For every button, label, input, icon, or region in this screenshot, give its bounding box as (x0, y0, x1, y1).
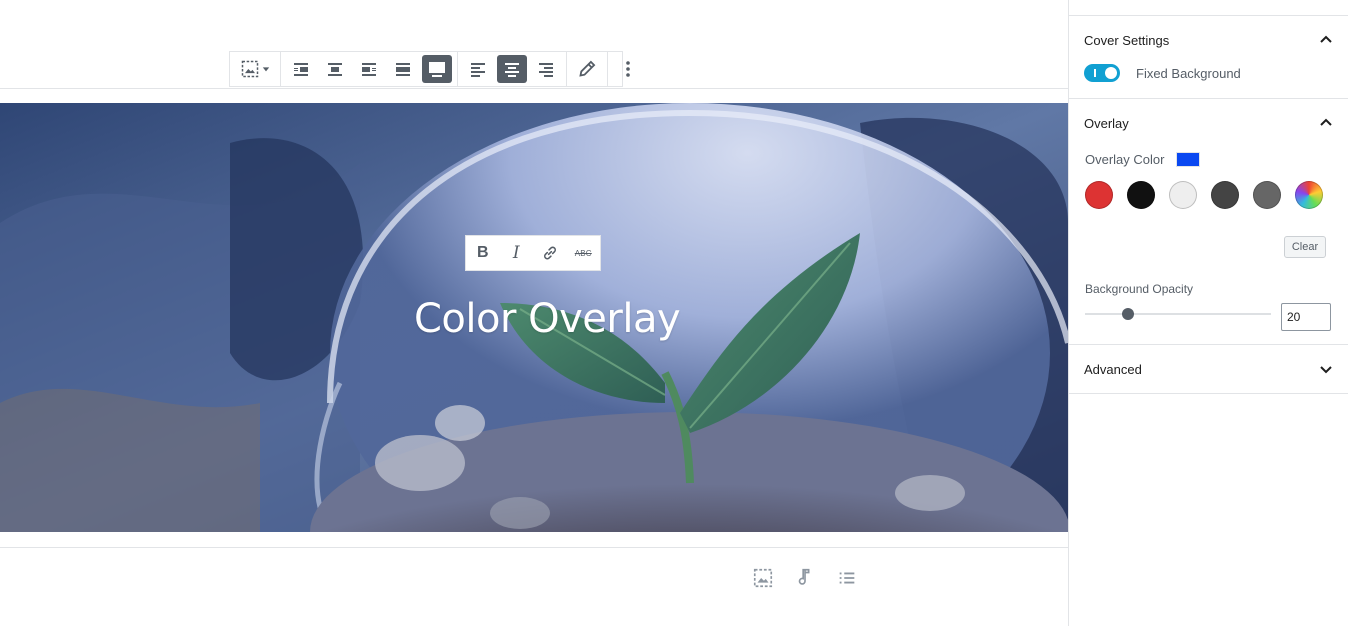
block-border-top (0, 88, 1068, 89)
swatch-dark-gray[interactable] (1211, 181, 1239, 209)
list-icon (839, 572, 855, 584)
align-left-button[interactable] (286, 55, 316, 83)
swatch-red[interactable] (1085, 181, 1113, 209)
clear-color-button[interactable]: Clear (1284, 236, 1326, 258)
block-align-group (281, 52, 458, 86)
overlay-color-row: Overlay Color (1069, 147, 1348, 171)
fixed-background-toggle[interactable] (1084, 64, 1120, 82)
chevron-up-icon (1319, 116, 1333, 130)
toggle-on-mark (1094, 69, 1096, 77)
edit-image-button[interactable] (572, 55, 602, 83)
strikethrough-button[interactable]: ABC (569, 239, 597, 267)
block-border-bottom (0, 547, 1068, 548)
toggle-knob (1105, 67, 1117, 79)
caret-down-icon (262, 67, 270, 72)
advanced-panel: Advanced (1069, 345, 1348, 394)
text-align-group (458, 52, 567, 86)
editor-canvas: B I ABC Color Overlay (0, 0, 1068, 626)
fixed-background-label: Fixed Background (1136, 65, 1241, 81)
pencil-icon (579, 60, 596, 77)
swatch-black[interactable] (1127, 181, 1155, 209)
format-toolbar: B I ABC (465, 235, 601, 271)
more-vertical-icon (626, 61, 630, 77)
swatch-gray[interactable] (1253, 181, 1281, 209)
full-width-button[interactable] (422, 55, 452, 83)
cover-settings-toggle[interactable]: Cover Settings (1069, 16, 1348, 64)
text-align-center-button[interactable] (497, 55, 527, 83)
insert-audio-button[interactable] (792, 565, 818, 591)
wide-width-button[interactable] (388, 55, 418, 83)
link-button[interactable] (536, 239, 564, 267)
italic-button[interactable]: I (502, 239, 530, 267)
align-right-button[interactable] (354, 55, 384, 83)
swatch-light-gray[interactable] (1169, 181, 1197, 209)
sidebar-top-edge (1069, 0, 1348, 16)
color-palette (1069, 171, 1348, 209)
advanced-title: Advanced (1084, 361, 1142, 377)
align-center-icon (328, 63, 342, 76)
opacity-number-input[interactable]: 20 (1281, 303, 1331, 331)
insert-list-button[interactable] (834, 565, 860, 591)
change-block-type-button[interactable] (235, 55, 275, 83)
link-icon (543, 246, 556, 260)
cover-block[interactable]: B I ABC Color Overlay (0, 103, 1068, 532)
wide-width-icon (396, 63, 410, 76)
bold-button[interactable]: B (469, 239, 497, 267)
text-align-center-icon (505, 63, 519, 77)
cover-settings-title: Cover Settings (1084, 32, 1170, 48)
chevron-up-icon (1319, 33, 1333, 47)
settings-sidebar: Cover Settings Fixed Background Overlay … (1068, 0, 1348, 626)
block-toolbar (229, 51, 630, 87)
align-center-button[interactable] (320, 55, 350, 83)
block-type-group (230, 52, 281, 86)
fixed-background-row: Fixed Background (1069, 64, 1348, 98)
more-group (608, 52, 648, 86)
text-align-left-icon (471, 63, 485, 77)
insert-image-button[interactable] (750, 565, 776, 591)
audio-icon (798, 568, 810, 585)
advanced-toggle[interactable]: Advanced (1069, 345, 1348, 393)
more-options-button[interactable] (613, 55, 643, 83)
quick-inserter (750, 565, 860, 591)
overlay-color-label: Overlay Color (1085, 151, 1165, 167)
overlay-title: Overlay (1084, 115, 1129, 131)
text-align-right-button[interactable] (531, 55, 561, 83)
full-width-icon (429, 62, 445, 77)
cover-settings-panel: Cover Settings Fixed Background (1069, 16, 1348, 99)
cover-title[interactable]: Color Overlay (414, 296, 681, 342)
image-icon (753, 568, 773, 588)
custom-color-picker[interactable] (1295, 181, 1323, 209)
overlay-toggle[interactable]: Overlay (1069, 99, 1348, 147)
cover-image-icon (241, 60, 259, 78)
align-left-icon (294, 63, 308, 76)
chevron-down-icon (1319, 362, 1333, 376)
text-align-right-icon (539, 63, 553, 77)
edit-group (567, 52, 608, 86)
align-right-icon (362, 63, 376, 76)
background-opacity-label: Background Opacity (1085, 282, 1194, 296)
current-color-indicator (1176, 151, 1201, 167)
text-align-left-button[interactable] (463, 55, 493, 83)
opacity-slider-track[interactable] (1085, 313, 1271, 315)
opacity-slider-thumb[interactable] (1122, 308, 1134, 320)
